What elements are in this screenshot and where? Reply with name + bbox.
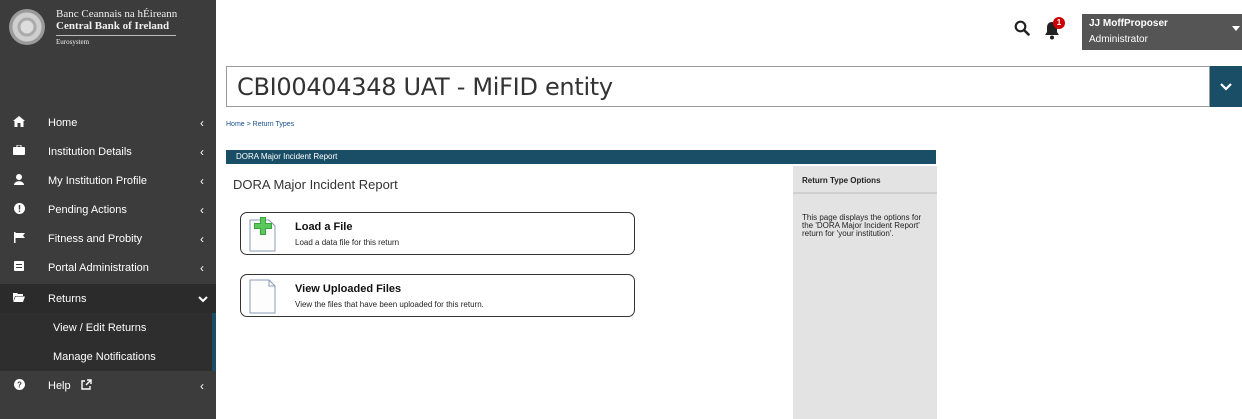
- view-uploaded-files-button[interactable]: View Uploaded Files View the files that …: [240, 274, 635, 317]
- card-title: View Uploaded Files: [295, 283, 402, 295]
- options-title: Return Type Options: [802, 176, 881, 185]
- add-file-icon: [247, 217, 277, 252]
- external-link-icon: [81, 379, 92, 393]
- sidebar-item-manage-notifications[interactable]: Manage Notifications: [0, 342, 216, 371]
- load-file-button[interactable]: Load a File Load a data file for this re…: [240, 212, 635, 255]
- folder-open-icon: [12, 292, 26, 305]
- sidebar-item-label: Fitness and Probity: [48, 232, 143, 245]
- question-icon: ?: [12, 378, 26, 393]
- document-icon: [247, 279, 277, 314]
- chevron-left-icon: ‹: [200, 144, 204, 159]
- user-name: JJ MoffProposer: [1089, 18, 1168, 29]
- sidebar-item-institution-details[interactable]: Institution Details ‹: [0, 137, 216, 166]
- chevron-left-icon: ‹: [200, 231, 204, 246]
- card-description: Load a data file for this return: [295, 238, 400, 247]
- active-indicator: [212, 342, 216, 371]
- chevron-left-icon: ‹: [200, 260, 204, 275]
- chevron-left-icon: ‹: [200, 378, 204, 393]
- sidebar-item-portal-administration[interactable]: Portal Administration ‹: [0, 253, 216, 282]
- user-icon: [12, 173, 26, 188]
- brand-logo[interactable]: Banc Ceannais na hÉireann Central Bank o…: [0, 0, 216, 60]
- list-icon: [12, 261, 26, 274]
- brand-eurosystem: Eurosystem: [56, 38, 90, 46]
- sidebar-item-label: Portal Administration: [48, 261, 149, 274]
- flag-icon: [12, 231, 26, 246]
- sidebar-item-label: Home: [48, 116, 78, 129]
- sidebar-item-view-edit-returns[interactable]: View / Edit Returns: [0, 313, 216, 342]
- search-icon[interactable]: [1014, 20, 1030, 36]
- sidebar-item-fitness-and-probity[interactable]: Fitness and Probity ‹: [0, 224, 216, 253]
- chevron-down-icon: [1220, 83, 1232, 91]
- sidebar-item-label: Manage Notifications: [53, 350, 156, 363]
- user-role: Administrator: [1089, 34, 1148, 45]
- chevron-left-icon: ‹: [200, 173, 204, 188]
- user-menu[interactable]: JJ MoffProposer Administrator: [1082, 14, 1242, 50]
- sidebar-item-label: Returns: [48, 292, 87, 305]
- svg-text:?: ?: [17, 380, 22, 389]
- sidebar-item-label: View / Edit Returns: [53, 321, 147, 334]
- briefcase-icon: [12, 144, 26, 158]
- sidebar-item-label: Pending Actions: [48, 203, 127, 216]
- chevron-down-icon: [198, 292, 208, 306]
- options-description: This page displays the options for the '…: [802, 213, 922, 238]
- sidebar-item-pending-actions[interactable]: Pending Actions ‹: [0, 195, 216, 224]
- notification-badge: 1: [1053, 17, 1065, 29]
- card-title: Load a File: [295, 221, 353, 233]
- active-indicator: [212, 313, 216, 342]
- sidebar-item-label: My Institution Profile: [48, 174, 148, 187]
- card-description: View the files that have been uploaded f…: [295, 300, 484, 309]
- breadcrumb[interactable]: Home > Return Types: [226, 121, 294, 128]
- brand-name-english: Central Bank of Ireland: [56, 20, 170, 32]
- sidebar-item-help[interactable]: ? Help ‹: [0, 371, 216, 400]
- harp-seal-icon: [9, 9, 45, 45]
- sidebar-item-label: Help: [48, 379, 71, 392]
- entity-dropdown-button[interactable]: [1210, 66, 1242, 107]
- brand-name-irish: Banc Ceannais na hÉireann: [56, 8, 178, 20]
- sidebar-item-label: Institution Details: [48, 145, 132, 158]
- brand-divider: [56, 35, 176, 36]
- sidebar-item-my-institution-profile[interactable]: My Institution Profile ‹: [0, 166, 216, 195]
- home-icon: [12, 115, 26, 130]
- sidebar-item-returns[interactable]: Returns: [0, 284, 216, 313]
- sidebar-item-home[interactable]: Home ‹: [0, 108, 216, 137]
- page-title: DORA Major Incident Report: [233, 177, 398, 192]
- entity-title: CBI00404348 UAT - MiFID entity: [237, 73, 613, 101]
- panel-header: DORA Major Incident Report: [226, 150, 936, 164]
- chevron-left-icon: ‹: [200, 202, 204, 217]
- entity-selector[interactable]: CBI00404348 UAT - MiFID entity: [226, 66, 1210, 107]
- chevron-left-icon: ‹: [200, 115, 204, 130]
- info-icon: [12, 202, 26, 217]
- return-type-options-panel: Return Type Options This page displays t…: [793, 166, 937, 419]
- sidebar: Banc Ceannais na hÉireann Central Bank o…: [0, 0, 216, 419]
- caret-down-icon: [1232, 24, 1240, 35]
